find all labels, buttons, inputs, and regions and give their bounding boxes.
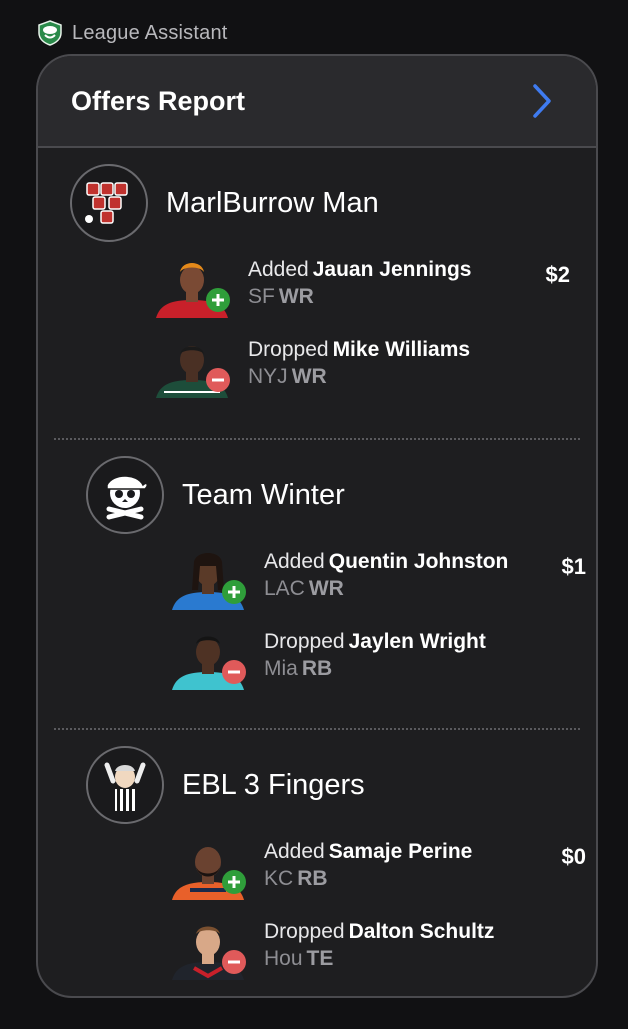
team-name: Team Winter (182, 478, 345, 511)
plus-circle-icon (206, 288, 230, 312)
player-name[interactable]: Samaje Perine (329, 840, 473, 863)
team-section: EBL 3 Fingers AddedSamaje Perine KCRB (54, 728, 586, 996)
player-position: RB (297, 867, 328, 890)
player-position: WR (308, 577, 344, 600)
beer-pong-cups-icon (85, 182, 128, 224)
offer-price: $2 (545, 262, 570, 287)
move-details: Added Samaje Perine KC RB (264, 840, 472, 891)
player-position: RB (301, 657, 333, 680)
player-name[interactable]: Dalton Schultz (349, 920, 495, 943)
added-move[interactable]: Added Quentin Johnston LAC WR $1 (170, 550, 596, 612)
move-action: Added (248, 258, 309, 281)
move-action: Dropped (248, 338, 329, 361)
team-section: Team Winter Added Quentin Johnston LAC WR … (54, 438, 586, 728)
minus-circle-icon (206, 368, 230, 392)
player-team: KC (264, 867, 294, 890)
move-details: Added Jauan Jennings SF WR (248, 258, 471, 309)
pirate-skull-icon (106, 475, 148, 520)
player-name[interactable]: Quentin Johnston (329, 550, 509, 573)
offer-price: $1 (561, 554, 586, 579)
move-details: Dropped Dalton Schultz Hou TE (264, 920, 494, 971)
app-header: League Assistant (36, 16, 228, 50)
move-details: Dropped Jaylen Wright Mia RB (264, 630, 486, 681)
move-action: Added (264, 550, 325, 573)
app-name: League Assistant (72, 21, 228, 44)
player-team: Mia (264, 657, 298, 680)
card-header[interactable]: Offers Report (38, 56, 596, 148)
team-header[interactable]: Team Winter (86, 456, 345, 534)
team-name: EBL 3 Fingers (182, 768, 365, 801)
move-details: Dropped Mike Williams NYJ WR (248, 338, 470, 389)
chevron-right-icon[interactable] (530, 83, 554, 119)
player-team: NYJ (248, 365, 288, 388)
offers-report-card: Offers Report MarlBurrow Man Added Jauan… (36, 54, 598, 998)
player-team: LAC (264, 577, 305, 600)
offer-price: $0 (561, 844, 586, 869)
player-position: WR (278, 285, 314, 308)
team-header[interactable]: MarlBurrow Man (70, 164, 379, 242)
player-name[interactable]: Jauan Jennings (313, 258, 472, 281)
player-position: WR (291, 365, 327, 388)
dropped-move[interactable]: Dropped Dalton Schultz Hou TE (170, 920, 596, 982)
football-shield-icon (38, 20, 62, 46)
team-section: MarlBurrow Man Added Jauan Jennings SF WR … (38, 148, 596, 438)
move-action: Dropped (264, 630, 345, 653)
minus-circle-icon (222, 950, 246, 974)
move-action: Added (264, 840, 325, 863)
player-team: SF (248, 285, 275, 308)
team-avatar (70, 164, 148, 242)
move-action: Dropped (264, 920, 345, 943)
added-move[interactable]: Added Jauan Jennings SF WR $2 (154, 258, 584, 320)
referee-icon (104, 762, 146, 811)
player-name[interactable]: Jaylen Wright (349, 630, 486, 653)
plus-circle-icon (222, 870, 246, 894)
team-name: MarlBurrow Man (166, 186, 379, 219)
team-avatar (86, 456, 164, 534)
player-name[interactable]: Mike Williams (333, 338, 471, 361)
dropped-move[interactable]: Dropped Jaylen Wright Mia RB (170, 630, 596, 692)
added-move[interactable]: Added Samaje Perine KC RB $0 (170, 840, 596, 902)
plus-circle-icon (222, 580, 246, 604)
move-details: Added Quentin Johnston LAC WR (264, 550, 508, 601)
player-position: TE (306, 947, 334, 970)
dropped-move[interactable]: Dropped Mike Williams NYJ WR (154, 338, 584, 400)
team-avatar (86, 746, 164, 824)
player-team: Hou (264, 947, 303, 970)
card-title: Offers Report (71, 85, 246, 116)
team-header[interactable]: EBL 3 Fingers (86, 746, 365, 824)
minus-circle-icon (222, 660, 246, 684)
